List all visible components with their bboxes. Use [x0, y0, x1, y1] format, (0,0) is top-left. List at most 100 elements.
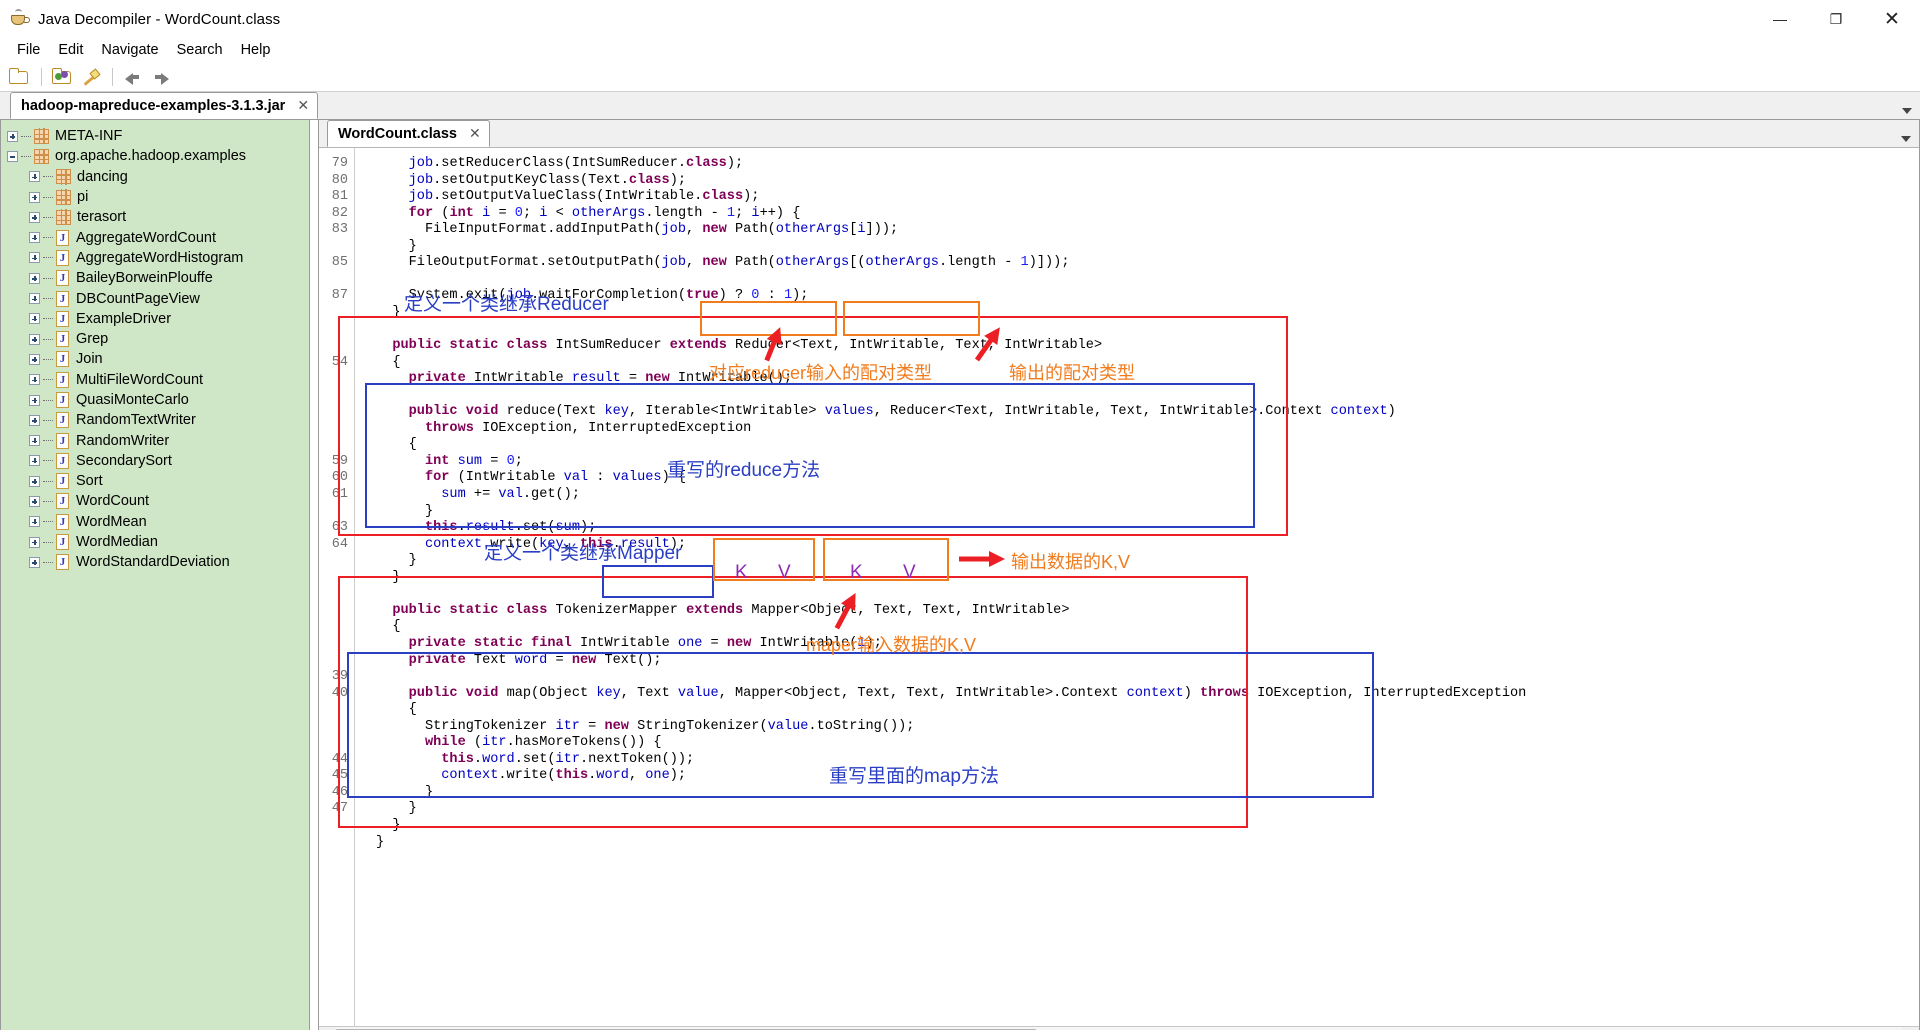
editor-tab-label: WordCount.class	[338, 125, 457, 142]
tree-item-dancing[interactable]: dancing	[7, 167, 309, 187]
expand-plus-icon[interactable]	[29, 232, 40, 244]
jar-tab-overflow-chevron-down-icon[interactable]	[1902, 108, 1912, 114]
expand-plus-icon[interactable]	[29, 556, 40, 568]
tree-item-org-apache-hadoop-examples[interactable]: org.apache.hadoop.examples	[7, 146, 309, 166]
tree-item-dbcountpageview[interactable]: J DBCountPageView	[7, 288, 309, 308]
java-class-icon: J	[56, 351, 69, 368]
tree-item-sort[interactable]: J Sort	[7, 471, 309, 491]
tab-hadoop-mapreduce-examples-jar[interactable]: hadoop-mapreduce-examples-3.1.3.jar ✕	[10, 92, 319, 119]
tree-item-multifilewordcount[interactable]: J MultiFileWordCount	[7, 370, 309, 390]
expand-plus-icon[interactable]	[29, 293, 40, 305]
menu-item-file[interactable]: File	[8, 40, 49, 60]
maximize-button[interactable]: ❐	[1808, 0, 1864, 38]
tree-item-wordmedian[interactable]: J WordMedian	[7, 532, 309, 552]
tree-item-exampledriver[interactable]: J ExampleDriver	[7, 309, 309, 329]
mapper-input-annotation-label: maper输入数据的K,V	[806, 635, 977, 655]
reducer-output-types-orange-box	[843, 301, 980, 336]
menu-item-search[interactable]: Search	[168, 40, 232, 60]
mapper-output-annotation-label: 输出数据的K,V	[1011, 552, 1131, 572]
tree-connector	[43, 541, 53, 543]
expand-plus-icon[interactable]	[29, 333, 40, 345]
tree-item-label: Sort	[76, 473, 103, 490]
expand-plus-icon[interactable]	[29, 455, 40, 467]
tree-item-grep[interactable]: J Grep	[7, 329, 309, 349]
menu-item-navigate[interactable]: Navigate	[92, 40, 167, 60]
tree-item-randomtextwriter[interactable]: J RandomTextWriter	[7, 410, 309, 430]
tree-item-wordcount[interactable]: J WordCount	[7, 491, 309, 511]
expand-plus-icon[interactable]	[29, 353, 40, 365]
tree-item-baileyborweinplouffe[interactable]: J BaileyBorweinPlouffe	[7, 268, 309, 288]
wand-icon[interactable]	[77, 65, 103, 89]
expand-plus-icon[interactable]	[7, 130, 18, 142]
tree-item-aggregatewordcount[interactable]: J AggregateWordCount	[7, 227, 309, 247]
window-titlebar: Java Decompiler - WordCount.class — ❐ ✕	[0, 0, 1920, 38]
expand-plus-icon[interactable]	[29, 435, 40, 447]
horizontal-scrollbar[interactable]	[319, 1026, 1919, 1030]
java-class-icon: J	[56, 371, 69, 388]
expand-plus-icon[interactable]	[29, 171, 40, 183]
tree-item-meta-inf[interactable]: META-INF	[7, 126, 309, 146]
tree-connector	[43, 440, 53, 442]
expand-plus-icon[interactable]	[29, 414, 40, 426]
editor-tab-close-icon[interactable]: ✕	[469, 125, 481, 142]
expand-plus-icon[interactable]	[29, 272, 40, 284]
code-viewer[interactable]: 79 80 81 82 83 85 87 54 59 60 61 63 64 39 40 44 45 46 47 j…	[319, 148, 1919, 1026]
menu-item-edit[interactable]: Edit	[49, 40, 92, 60]
java-class-icon: J	[56, 554, 69, 571]
java-class-icon: J	[56, 270, 69, 287]
expand-plus-icon[interactable]	[29, 516, 40, 528]
expand-plus-icon[interactable]	[29, 394, 40, 406]
tree-item-label: DBCountPageView	[76, 290, 200, 307]
reducer-input-arrow	[758, 324, 793, 366]
reduce-method-annotation-label: 重写的reduce方法	[667, 460, 821, 481]
expand-plus-icon[interactable]	[29, 495, 40, 507]
tree-item-randomwriter[interactable]: J RandomWriter	[7, 430, 309, 450]
collapse-minus-icon[interactable]	[7, 150, 18, 162]
minimize-button[interactable]: —	[1752, 0, 1808, 38]
editor-tab-overflow-chevron-down-icon[interactable]	[1901, 136, 1911, 142]
tree-item-label: dancing	[77, 168, 128, 185]
java-class-icon: J	[56, 513, 69, 530]
jar-tab-close-icon[interactable]: ✕	[297, 97, 309, 114]
tree-item-wordstandarddeviation[interactable]: J WordStandardDeviation	[7, 552, 309, 572]
tree-item-label: MultiFileWordCount	[76, 371, 204, 388]
tree-item-secondarysort[interactable]: J SecondarySort	[7, 451, 309, 471]
tree-connector	[43, 338, 53, 340]
reducer-input-annotation-label: 对应reducer输入的配对类型	[709, 363, 933, 383]
expand-plus-icon[interactable]	[29, 475, 40, 487]
expand-plus-icon[interactable]	[29, 252, 40, 264]
expand-plus-icon[interactable]	[29, 374, 40, 386]
expand-plus-icon[interactable]	[29, 536, 40, 548]
jar-tree: META-INF org.apache.hadoop.examples dancin…	[1, 120, 309, 573]
jar-tree-panel[interactable]: META-INF org.apache.hadoop.examples dancin…	[0, 120, 310, 1030]
menu-item-help[interactable]: Help	[232, 40, 280, 60]
pane-splitter[interactable]	[310, 120, 318, 1030]
tree-item-aggregatewordhistogram[interactable]: J AggregateWordHistogram	[7, 248, 309, 268]
tree-item-terasort[interactable]: terasort	[7, 207, 309, 227]
open-folder-icon[interactable]	[6, 65, 32, 89]
expand-plus-icon[interactable]	[29, 191, 40, 203]
tree-item-label: Grep	[76, 331, 109, 348]
close-button[interactable]: ✕	[1864, 0, 1920, 38]
expand-plus-icon[interactable]	[29, 211, 40, 223]
tree-connector	[43, 460, 53, 462]
tree-item-join[interactable]: J Join	[7, 349, 309, 369]
back-arrow-icon[interactable]	[120, 65, 146, 89]
tab-wordcount-class[interactable]: WordCount.class ✕	[327, 120, 490, 147]
forward-arrow-icon[interactable]	[148, 65, 174, 89]
open-jar-icon[interactable]	[49, 65, 75, 89]
mapper-output-arrow	[959, 550, 1005, 573]
kv-value-label: V	[903, 562, 916, 583]
java-class-icon: J	[56, 290, 69, 307]
java-class-icon: J	[56, 412, 69, 429]
reduce-method-blue-box	[365, 383, 1255, 528]
tree-connector	[43, 277, 53, 279]
toolbar-separator-2	[112, 67, 113, 86]
tree-item-pi[interactable]: pi	[7, 187, 309, 207]
tree-item-wordmean[interactable]: J WordMean	[7, 512, 309, 532]
kv-value-label: V	[778, 562, 791, 583]
reducer-output-annotation-label: 输出的配对类型	[1009, 363, 1135, 383]
reducer-class-red-box	[338, 316, 1288, 536]
tree-item-quasimontecarlo[interactable]: J QuasiMonteCarlo	[7, 390, 309, 410]
expand-plus-icon[interactable]	[29, 313, 40, 325]
